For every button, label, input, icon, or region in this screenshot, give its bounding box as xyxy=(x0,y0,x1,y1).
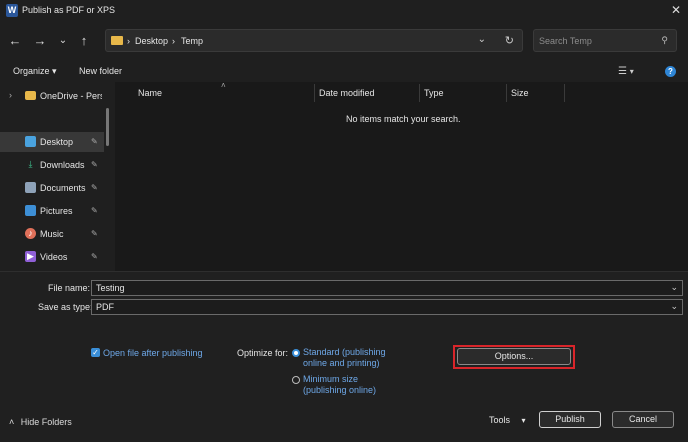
sidebar-item-music[interactable]: ♪ Music ✎ xyxy=(0,224,104,244)
pin-icon: ✎ xyxy=(91,206,98,215)
back-arrow-icon[interactable]: ← xyxy=(6,31,24,51)
download-icon: ⤓ xyxy=(28,159,33,169)
tools-label: Tools xyxy=(489,415,511,425)
empty-message: No items match your search. xyxy=(346,114,461,124)
pin-icon: ✎ xyxy=(91,229,98,238)
breadcrumb-temp[interactable]: Temp xyxy=(181,36,203,46)
open-after-checkbox[interactable]: ✓ xyxy=(91,348,100,357)
refresh-icon[interactable]: ↻ xyxy=(505,34,514,47)
sidebar-item-label: Pictures xyxy=(40,206,73,216)
pictures-icon xyxy=(25,205,36,216)
chevron-down-icon: ▾ xyxy=(629,67,634,76)
sidebar-item-documents[interactable]: Documents ✎ xyxy=(0,178,104,198)
file-name-input[interactable]: Testing xyxy=(96,283,125,293)
sidebar-item-videos[interactable]: ▶ Videos ✎ xyxy=(0,247,104,267)
address-bar[interactable]: › Desktop › Temp ⌄ ↻ xyxy=(105,29,523,52)
search-input[interactable]: Search Temp xyxy=(539,36,592,46)
pin-icon: ✎ xyxy=(91,252,98,261)
chevron-down-icon[interactable]: ⌄ xyxy=(670,282,678,293)
standard-radio[interactable] xyxy=(292,349,300,357)
forward-arrow-icon[interactable]: → xyxy=(31,31,49,51)
close-icon[interactable]: ✕ xyxy=(668,2,684,18)
pin-icon: ✎ xyxy=(91,160,98,169)
sidebar-item-onedrive[interactable]: › OneDrive - Perso xyxy=(0,86,104,106)
column-date-modified[interactable]: Date modified xyxy=(319,88,375,98)
column-size[interactable]: Size xyxy=(511,88,529,98)
chevron-down-icon: ▾ xyxy=(52,66,57,76)
pin-icon: ✎ xyxy=(91,183,98,192)
cancel-button[interactable]: Cancel xyxy=(612,411,674,428)
cloud-folder-icon xyxy=(25,91,36,100)
sidebar-item-downloads[interactable]: ⤓ Downloads ✎ xyxy=(0,155,104,175)
recent-chevron-icon[interactable]: ⌄ xyxy=(54,31,72,51)
music-icon: ♪ xyxy=(25,228,36,239)
optimize-label: Optimize for: xyxy=(237,348,289,358)
column-divider[interactable] xyxy=(564,84,565,102)
expand-chevron-icon[interactable]: › xyxy=(9,90,12,100)
file-list[interactable] xyxy=(115,82,688,271)
chevron-down-icon: ▾ xyxy=(521,416,526,425)
sort-caret-icon: ˄ xyxy=(221,81,226,90)
breadcrumb-separator: › xyxy=(127,36,130,46)
column-divider[interactable] xyxy=(314,84,315,102)
word-app-icon: W xyxy=(6,4,18,17)
save-as-type-select[interactable]: PDF ⌄ xyxy=(91,299,683,315)
standard-label-line1[interactable]: Standard (publishing xyxy=(303,347,386,357)
sidebar-item-label: OneDrive - Perso xyxy=(40,91,102,101)
search-box[interactable]: Search Temp ⚲ xyxy=(533,29,677,52)
minimum-size-radio[interactable] xyxy=(292,376,300,384)
sidebar-item-label: Desktop xyxy=(40,137,74,147)
column-name[interactable]: Name xyxy=(138,88,162,98)
search-icon: ⚲ xyxy=(661,35,668,45)
list-view-icon: ☰ xyxy=(618,66,627,77)
pin-icon: ✎ xyxy=(91,137,98,146)
minimum-label-line1[interactable]: Minimum size xyxy=(303,374,358,384)
standard-label-line2[interactable]: online and printing) xyxy=(303,358,380,368)
organize-label: Organize xyxy=(13,66,50,76)
sidebar-item-label: Documents xyxy=(40,183,86,193)
breadcrumb-desktop[interactable]: Desktop xyxy=(135,36,168,46)
video-icon: ▶ xyxy=(25,251,36,262)
sidebar-item-label: Downloads xyxy=(40,160,85,170)
tools-menu[interactable]: Tools ▾ xyxy=(489,415,526,425)
sidebar-item-desktop[interactable]: Desktop ✎ xyxy=(0,132,104,152)
column-divider[interactable] xyxy=(506,84,507,102)
publish-button[interactable]: Publish xyxy=(539,411,601,428)
save-as-type-value: PDF xyxy=(96,302,114,312)
breadcrumb-separator: › xyxy=(172,36,175,46)
save-as-type-label: Save as type: xyxy=(38,302,93,312)
desktop-icon xyxy=(25,136,36,147)
column-type[interactable]: Type xyxy=(424,88,444,98)
options-button[interactable]: Options... xyxy=(457,348,571,365)
open-after-label[interactable]: Open file after publishing xyxy=(103,348,203,358)
folder-icon xyxy=(111,36,123,45)
chevron-down-icon[interactable]: ⌄ xyxy=(670,301,678,312)
sidebar-item-label: Music xyxy=(40,229,64,239)
address-dropdown-icon[interactable]: ⌄ xyxy=(478,34,486,45)
nav-scrollbar[interactable] xyxy=(106,108,109,146)
file-name-label: File name: xyxy=(48,283,91,293)
column-divider[interactable] xyxy=(419,84,420,102)
chevron-up-icon: ˄ xyxy=(9,417,15,427)
window-title: Publish as PDF or XPS xyxy=(22,5,116,15)
sidebar-item-pictures[interactable]: Pictures ✎ xyxy=(0,201,104,221)
up-arrow-icon[interactable]: ↑ xyxy=(75,31,93,51)
help-icon[interactable]: ? xyxy=(665,66,676,77)
document-icon xyxy=(25,182,36,193)
organize-menu[interactable]: Organize ▾ xyxy=(13,66,57,77)
sidebar-item-label: Videos xyxy=(40,252,68,262)
new-folder-button[interactable]: New folder xyxy=(79,66,122,76)
minimum-label-line2[interactable]: (publishing online) xyxy=(303,385,376,395)
hide-folders-button[interactable]: ˄ Hide Folders xyxy=(9,417,72,427)
file-name-field[interactable]: Testing ⌄ xyxy=(91,280,683,296)
view-options-button[interactable]: ☰ ▾ xyxy=(618,64,644,80)
hide-folders-label: Hide Folders xyxy=(20,417,72,427)
